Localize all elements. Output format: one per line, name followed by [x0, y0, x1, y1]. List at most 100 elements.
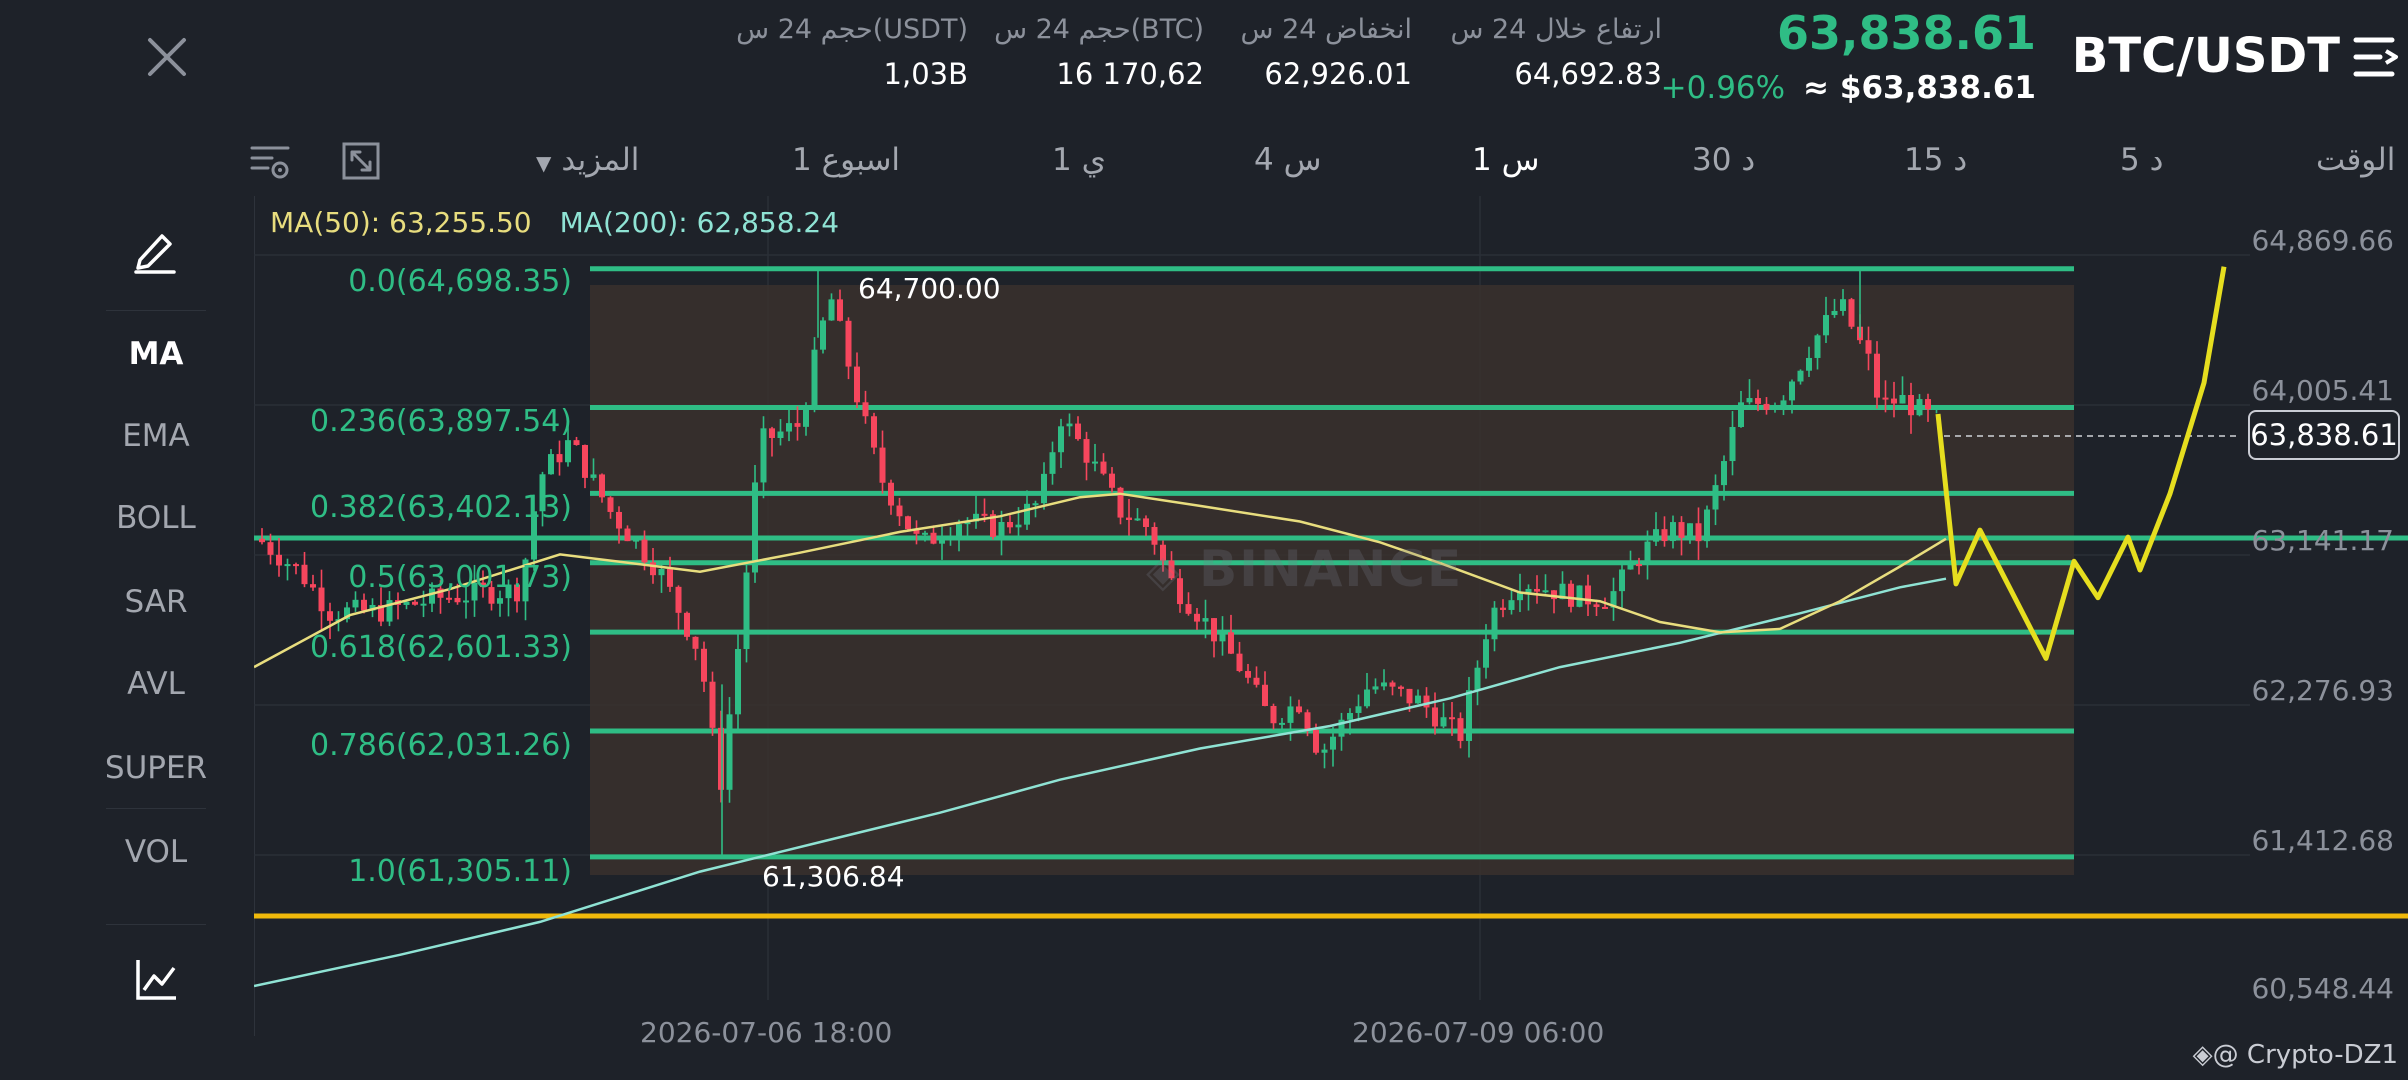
candle-body [675, 586, 682, 613]
candle-body [718, 727, 724, 790]
candle-body [1576, 585, 1583, 607]
candle-body [896, 505, 903, 517]
ma50-value: MA(50): 63,255.50 [270, 206, 532, 239]
candle-body [1593, 604, 1600, 607]
pair-menu-button[interactable] [2352, 34, 2400, 80]
candle-body [446, 597, 452, 600]
candle-body [998, 521, 1005, 537]
stat-high-24h: ارتفاع خلال 24 س 64,692.83 [1450, 14, 1662, 91]
candle-body [1449, 717, 1455, 720]
candle-body [1432, 707, 1438, 727]
candle-body [1823, 315, 1829, 336]
stat-low-24h: انخفاض 24 س 62,926.01 [1241, 14, 1412, 91]
candle-body [1933, 407, 1940, 410]
candle-body [879, 447, 886, 483]
candle-body [1585, 585, 1591, 605]
tab-30m[interactable]: 30 د [1692, 142, 1755, 178]
candle-body [871, 416, 877, 448]
sidebar-item-super[interactable]: SUPER [100, 750, 212, 786]
candle-body [1330, 736, 1336, 750]
sidebar-divider [106, 310, 206, 311]
close-button[interactable] [140, 30, 194, 84]
candle-body [777, 431, 784, 438]
candle-body [1398, 686, 1404, 689]
binance-small-icon: ◈ [2192, 1040, 2213, 1070]
candle-body [1134, 518, 1141, 521]
sidebar-item-ema[interactable]: EMA [100, 418, 212, 454]
candle-body [1143, 518, 1149, 527]
tab-more[interactable]: ▼ المزيد [536, 142, 639, 178]
candle-body [1287, 706, 1294, 723]
candle-body [1066, 423, 1073, 427]
candle-body [888, 482, 894, 506]
candle-body [1262, 684, 1268, 706]
stat-volume-usdt: حجم 24 س(USDT) 1,03B [736, 14, 968, 91]
tab-5m[interactable]: 5 د [2120, 142, 2163, 178]
candle-body [641, 539, 648, 563]
candle-body [1415, 695, 1421, 704]
price-axis-label: 61,412.68 [2251, 824, 2394, 857]
fullscreen-button[interactable] [340, 140, 382, 186]
tab-1h[interactable]: 1 س [1472, 142, 1539, 178]
candle-body [1729, 426, 1736, 462]
candle-body [1219, 632, 1226, 642]
candle-body [1381, 682, 1387, 687]
candle-body [1304, 712, 1311, 730]
ma-legend: MA(50): 63,255.50 MA(200): 62,858.24 [270, 206, 839, 239]
candle-body [709, 681, 716, 728]
candle-body [684, 612, 690, 637]
tab-1w[interactable]: 1 اسبوع [792, 142, 900, 178]
indicator-chart-button[interactable] [134, 956, 180, 1006]
candle-body [1117, 487, 1124, 518]
candle-body [1814, 335, 1821, 358]
sidebar-item-vol[interactable]: VOL [100, 834, 212, 870]
candle-body [1474, 667, 1481, 691]
candle-body [1763, 403, 1770, 410]
stat-label: حجم 24 س(USDT) [736, 14, 968, 45]
candle-body [1661, 529, 1668, 542]
candle-body [1644, 541, 1651, 565]
sidebar-item-ma[interactable]: MA [100, 336, 212, 372]
candle-body [284, 564, 291, 567]
candle-body [1364, 689, 1370, 707]
candle-body [1755, 398, 1761, 404]
candle-body [1270, 705, 1277, 724]
chart-settings-button[interactable] [248, 142, 292, 186]
candle-body [1355, 706, 1362, 713]
candle-body [1058, 426, 1064, 453]
draw-tool-button[interactable] [130, 224, 180, 278]
credit: ◈@ Crypto-DZ1 [2192, 1040, 2398, 1070]
candle-body [1525, 588, 1532, 593]
tab-4h[interactable]: 4 س [1254, 142, 1321, 178]
candle-body [1423, 695, 1430, 708]
tab-15m[interactable]: 15 د [1904, 142, 1967, 178]
sidebar-item-boll[interactable]: BOLL [100, 500, 212, 536]
stat-label: ارتفاع خلال 24 س [1450, 14, 1662, 45]
candle-body [1687, 523, 1693, 538]
ma200-value: MA(200): 62,858.24 [559, 206, 840, 239]
sidebar-item-sar[interactable]: SAR [100, 584, 212, 620]
candle-body [616, 511, 622, 529]
chart-high-label: 64,700.00 [858, 272, 1001, 305]
candle-body [794, 423, 801, 427]
candle-body [1500, 607, 1506, 610]
candle-body [1313, 729, 1319, 753]
tab-1d[interactable]: 1 ي [1052, 142, 1106, 178]
pair-title[interactable]: BTC/USDT [2072, 28, 2340, 84]
candle-body [820, 320, 826, 350]
price-axis-label: 64,869.66 [2251, 224, 2394, 257]
candle-body [1882, 397, 1889, 400]
price-chart[interactable] [254, 196, 2408, 1036]
binance-logo-icon: ◈ [1146, 546, 1200, 597]
stat-value: 16 170,62 [1056, 57, 1204, 91]
stat-volume-btc: حجم 24 س(BTC) 16 170,62 [994, 14, 1204, 91]
chart-low-label: 61,306.84 [762, 860, 905, 893]
candle-body [981, 513, 988, 516]
candle-body [633, 539, 639, 542]
sidebar-item-avl[interactable]: AVL [100, 666, 212, 702]
candle-body [1296, 706, 1302, 713]
candle-body [1194, 613, 1200, 622]
candle-body [1092, 461, 1098, 464]
candle-body [658, 568, 665, 576]
change-percent: +0.96% [1660, 70, 1786, 106]
